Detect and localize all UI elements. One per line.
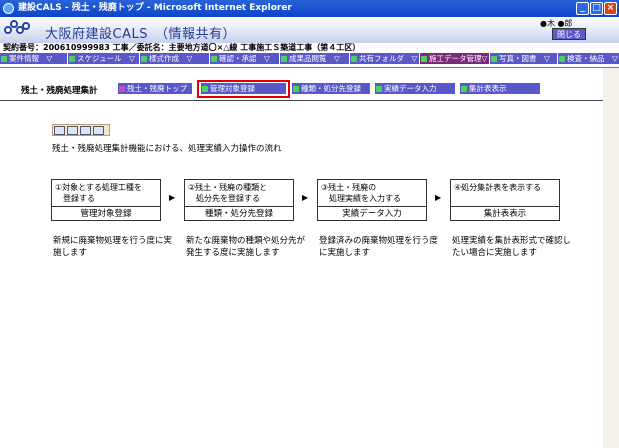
menu-item-photos[interactable]: 写真・図書 ▽ bbox=[490, 53, 558, 64]
flow-step-2-label: 種類・処分先登録 bbox=[204, 209, 273, 219]
menu-item-forms[interactable]: 様式作成 ▽ bbox=[140, 53, 210, 64]
tab-summary[interactable]: 集計表表示 bbox=[460, 83, 540, 94]
print-icon[interactable] bbox=[93, 126, 104, 135]
flow-step-3-label: 実績データ入力 bbox=[342, 209, 402, 219]
menu-item-construction-data[interactable]: 施工データ管理▽ bbox=[420, 53, 490, 64]
section-title: 残土・残廃処理集計 bbox=[21, 86, 98, 96]
flow-step-4-label: 集計表表示 bbox=[483, 209, 527, 219]
tab-data-entry[interactable]: 実績データ入力 bbox=[375, 83, 455, 94]
sub-divider bbox=[0, 100, 619, 101]
flow-step-3-desc: ③残土・残廃の 処理実績を入力する bbox=[318, 180, 426, 207]
app-header: 大阪府建設CALS （情報共有） ●木 ●郎 閉じる bbox=[0, 17, 619, 43]
tab-type-disposal-registration[interactable]: 種類・処分先登録 bbox=[292, 83, 370, 94]
flow-step-1-desc: ①対象とする処理工種を 登録する bbox=[52, 180, 160, 207]
menu-divider bbox=[0, 67, 619, 68]
flow-arrow-1: ▶ bbox=[169, 193, 176, 202]
maximize-button[interactable]: □ bbox=[590, 2, 603, 15]
close-window-button[interactable]: × bbox=[604, 2, 617, 15]
flow-note-2: 新たな廃棄物の種類や処分先が発生する度に実施します bbox=[186, 236, 306, 258]
ie-icon bbox=[3, 3, 14, 14]
vertical-scrollbar[interactable] bbox=[603, 68, 619, 448]
flow-note-4: 処理実績を集計表形式で確認したい場合に実施します bbox=[452, 236, 572, 258]
minimize-button[interactable]: _ bbox=[576, 2, 589, 15]
flow-step-2: ②残土・残廃の種類と 処分先を登録する 種類・処分先登録 bbox=[184, 179, 294, 221]
search-icon[interactable] bbox=[80, 126, 91, 135]
app-title: 大阪府建設CALS （情報共有） bbox=[45, 27, 236, 42]
browser-window: 建設CALS - 残土・残廃トップ - Microsoft Internet E… bbox=[0, 0, 619, 448]
menu-item-schedule[interactable]: スケジュール ▽ bbox=[68, 53, 140, 64]
flow-step-1: ①対象とする処理工種を 登録する 管理対象登録 bbox=[51, 179, 161, 221]
window-titlebar: 建設CALS - 残土・残廃トップ - Microsoft Internet E… bbox=[0, 0, 619, 17]
flow-note-1: 新規に廃棄物処理を行う度に実施します bbox=[53, 236, 173, 258]
window-title: 建設CALS - 残土・残廃トップ - Microsoft Internet E… bbox=[18, 3, 292, 13]
menu-item-inspection[interactable]: 検査・納品 ▽ bbox=[558, 53, 619, 64]
menu-item-deliverables[interactable]: 成果品閲覧 ▽ bbox=[280, 53, 350, 64]
tab-top[interactable]: 残土・残廃トップ bbox=[118, 83, 192, 94]
contract-info: 契約番号：200610999983 工事／委託名：主要地方道〇×△線 工事施工Ｓ… bbox=[0, 43, 619, 53]
close-button[interactable]: 閉じる bbox=[552, 28, 586, 40]
flow-note-3: 登録済みの廃棄物処理を行う度に実施します bbox=[319, 236, 439, 258]
menu-item-shared-folder[interactable]: 共有フォルダ ▽ bbox=[350, 53, 420, 64]
highlight-frame bbox=[197, 80, 290, 98]
flow-description: 残土・残廃処理集計機能における、処理実績入力操作の流れ bbox=[52, 144, 282, 154]
flow-step-3: ③残土・残廃の 処理実績を入力する 実績データ入力 bbox=[317, 179, 427, 221]
toolbar bbox=[52, 124, 110, 136]
flow-arrow-2: ▶ bbox=[302, 193, 309, 202]
menu-item-project[interactable]: 案件情報 ▽ bbox=[0, 53, 68, 64]
flow-step-4: ④処分集計表を表示する 集計表表示 bbox=[450, 179, 560, 221]
flow-step-1-label: 管理対象登録 bbox=[80, 209, 132, 219]
save-icon[interactable] bbox=[54, 126, 65, 135]
main-menu: 案件情報 ▽ スケジュール ▽ 様式作成 ▽ 確認・承認 ▽ 成果品閲覧 ▽ 共… bbox=[0, 53, 619, 64]
menu-item-approval[interactable]: 確認・承認 ▽ bbox=[210, 53, 280, 64]
copy-icon[interactable] bbox=[67, 126, 78, 135]
flow-arrow-3: ▶ bbox=[435, 193, 442, 202]
osaka-logo-icon bbox=[4, 20, 32, 40]
flow-step-4-desc: ④処分集計表を表示する bbox=[451, 180, 559, 207]
flow-step-2-desc: ②残土・残廃の種類と 処分先を登録する bbox=[185, 180, 293, 207]
